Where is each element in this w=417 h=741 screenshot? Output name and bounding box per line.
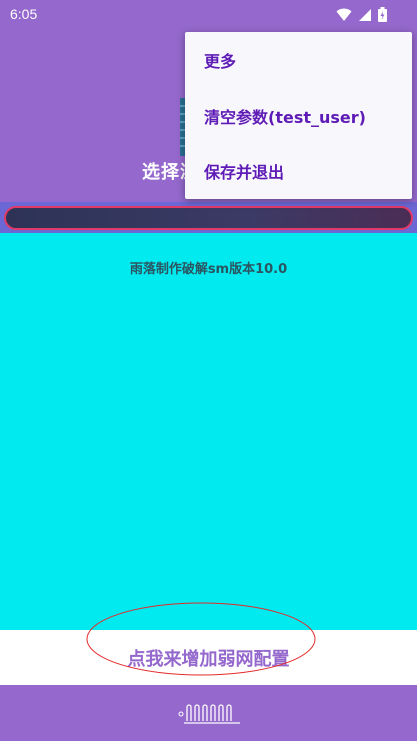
version-text: 雨落制作破解sm版本10.0 xyxy=(129,262,288,277)
overflow-menu: 更多 清空参数(test_user) 保存并退出 xyxy=(185,32,412,199)
status-bar: 6:05 xyxy=(0,0,417,30)
selector-bar xyxy=(0,202,417,233)
menu-item-save-exit[interactable]: 保存并退出 xyxy=(185,143,412,199)
add-config-button[interactable]: 点我来增加弱网配置 xyxy=(0,630,417,685)
menu-item-more[interactable]: 更多 xyxy=(185,32,412,88)
battery-icon xyxy=(378,7,387,26)
add-config-row: 点我来增加弱网配置 xyxy=(0,602,417,685)
wifi-icon xyxy=(336,7,352,26)
content-area: 雨落制作破解sm版本10.0 xyxy=(0,233,417,630)
status-icons xyxy=(336,7,387,26)
signal-icon xyxy=(358,7,372,26)
bottom-bar xyxy=(0,685,417,741)
terminal-icon[interactable] xyxy=(178,699,242,727)
status-time: 6:05 xyxy=(10,6,38,22)
menu-item-clear-params[interactable]: 清空参数(test_user) xyxy=(185,88,412,144)
selector-pill[interactable] xyxy=(4,206,413,230)
